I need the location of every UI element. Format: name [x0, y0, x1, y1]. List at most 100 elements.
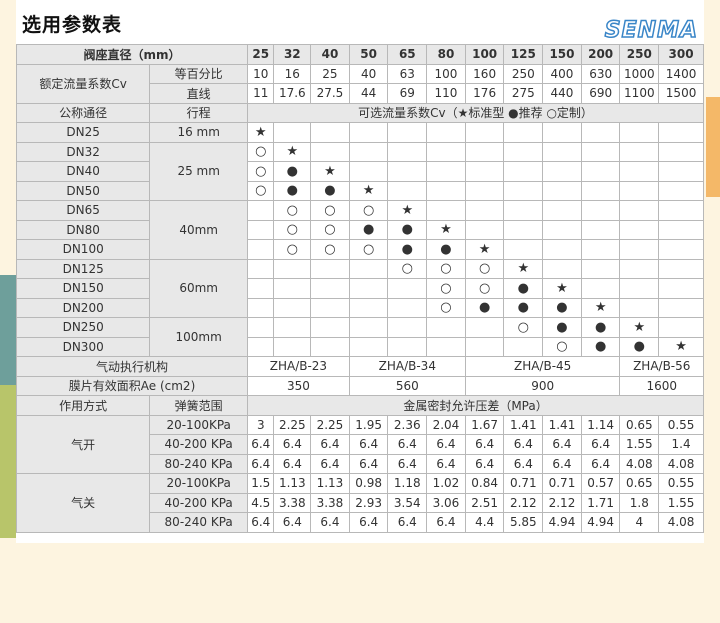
- cv-value-cell: 44: [348, 83, 389, 104]
- diaphragm-area-label: 膜片有效面积Ae (cm2): [15, 375, 249, 396]
- cv-value-cell: 160: [464, 63, 505, 84]
- dn-row: DN50 ○ ● ● ★: [15, 180, 704, 201]
- pressure-row: 气开 20-100KPa 3 2.25 2.25 1.95 2.36 2.04 1.67 1.41…: [15, 414, 704, 474]
- empty-cell: [247, 200, 275, 221]
- recommended-dot-icon: ●: [503, 278, 544, 299]
- pressure-value-cell: 4.94: [542, 512, 582, 533]
- custom-circle-icon: ○: [348, 200, 389, 221]
- empty-cell: [503, 141, 544, 162]
- cv-type-cell: 等百分比: [149, 63, 249, 84]
- standard-star-icon: ★: [273, 141, 312, 162]
- empty-cell: [503, 239, 544, 260]
- empty-cell: [348, 258, 389, 279]
- dn-row: DN32 25 mm ○ ★: [15, 141, 704, 201]
- pressure-value-cell: 2.25: [310, 414, 350, 435]
- cv-value-cell: 250: [503, 63, 544, 84]
- custom-circle-icon: ○: [273, 219, 312, 240]
- actuator-area-cell: 1600: [619, 375, 704, 396]
- pressure-value-cell: 4: [619, 512, 660, 533]
- empty-cell: [310, 122, 350, 143]
- empty-cell: [464, 122, 505, 143]
- seat-size-cell: 25: [247, 44, 275, 65]
- recommended-dot-icon: ●: [580, 336, 621, 357]
- spring-range-cell: 80-240 KPa: [149, 453, 249, 474]
- empty-cell: [658, 317, 704, 338]
- stroke-cell: 100mm: [149, 317, 249, 357]
- actuator-model-cell: ZHA/B-23: [247, 356, 350, 377]
- seat-size-cell: 65: [387, 44, 428, 65]
- pressure-value-cell: 6.4: [426, 512, 466, 533]
- empty-cell: [387, 122, 428, 143]
- empty-cell: [542, 258, 582, 279]
- pressure-value-cell: 4.4: [464, 512, 505, 533]
- empty-cell: [658, 258, 704, 279]
- pressure-value-cell: 6.4: [247, 453, 275, 474]
- pressure-value-cell: 3.38: [310, 492, 350, 513]
- empty-cell: [247, 336, 275, 357]
- stroke-cell: 60mm: [149, 258, 249, 318]
- pressure-value-cell: 1.13: [273, 473, 312, 494]
- empty-cell: [503, 219, 544, 240]
- cv-label: 额定流量系数Cv: [15, 63, 151, 104]
- recommended-dot-icon: ●: [273, 180, 312, 201]
- pressure-value-cell: 4.08: [619, 453, 660, 474]
- pressure-value-cell: 2.36: [387, 414, 428, 435]
- stroke-cell: 25 mm: [149, 141, 249, 201]
- recommended-dot-icon: ●: [503, 297, 544, 318]
- pressure-value-cell: 6.4: [273, 512, 312, 533]
- empty-cell: [658, 297, 704, 318]
- stroke-cell: 16 mm: [149, 122, 249, 143]
- pressure-row: 气关 20-100KPa 1.5 1.13 1.13 0.98 1.18 1.02 0.84 0.…: [15, 473, 704, 533]
- pressure-value-cell: 0.84: [464, 473, 505, 494]
- empty-cell: [348, 317, 389, 338]
- recommended-dot-icon: ●: [542, 317, 582, 338]
- empty-cell: [619, 141, 660, 162]
- standard-star-icon: ★: [580, 297, 621, 318]
- standard-star-icon: ★: [542, 278, 582, 299]
- dn-cell: DN125: [15, 258, 151, 279]
- cv-value-cell: 16: [273, 63, 312, 84]
- seat-size-cell: 300: [658, 44, 704, 65]
- pressure-value-cell: 6.4: [464, 453, 505, 474]
- seat-size-cell: 250: [619, 44, 660, 65]
- empty-cell: [426, 317, 466, 338]
- custom-circle-icon: ○: [542, 336, 582, 357]
- pressure-value-cell: 3: [247, 414, 275, 435]
- dn-cell: DN200: [15, 297, 151, 318]
- empty-cell: [464, 219, 505, 240]
- dn-cell: DN65: [15, 200, 151, 221]
- pressure-value-cell: 2.51: [464, 492, 505, 513]
- action-mode-header: 作用方式: [15, 395, 151, 416]
- spring-range-cell: 40-200 KPa: [149, 492, 249, 513]
- recommended-dot-icon: ●: [619, 336, 660, 357]
- empty-cell: [426, 336, 466, 357]
- seat-size-cell: 80: [426, 44, 466, 65]
- empty-cell: [273, 336, 312, 357]
- cv-value-cell: 63: [387, 63, 428, 84]
- empty-cell: [247, 297, 275, 318]
- actuator-area-cell: 350: [247, 375, 350, 396]
- empty-cell: [247, 239, 275, 260]
- dn-cell: DN32: [15, 141, 151, 162]
- pressure-value-cell: 6.4: [273, 453, 312, 474]
- empty-cell: [619, 258, 660, 279]
- stroke-header: 行程: [149, 102, 249, 123]
- pressure-value-cell: 0.71: [542, 473, 582, 494]
- pressure-value-cell: 1.5: [247, 473, 275, 494]
- custom-circle-icon: ○: [310, 200, 350, 221]
- empty-cell: [619, 278, 660, 299]
- standard-star-icon: ★: [619, 317, 660, 338]
- pressure-value-cell: 2.25: [273, 414, 312, 435]
- empty-cell: [273, 258, 312, 279]
- cv-value-cell: 176: [464, 83, 505, 104]
- empty-cell: [580, 161, 621, 182]
- pressure-value-cell: 1.4: [658, 434, 704, 455]
- custom-circle-icon: ○: [247, 161, 275, 182]
- empty-cell: [273, 278, 312, 299]
- recommended-dot-icon: ●: [310, 180, 350, 201]
- pressure-value-cell: 6.4: [503, 453, 544, 474]
- standard-star-icon: ★: [310, 161, 350, 182]
- pressure-value-cell: 1.8: [619, 492, 660, 513]
- empty-cell: [464, 161, 505, 182]
- empty-cell: [619, 200, 660, 221]
